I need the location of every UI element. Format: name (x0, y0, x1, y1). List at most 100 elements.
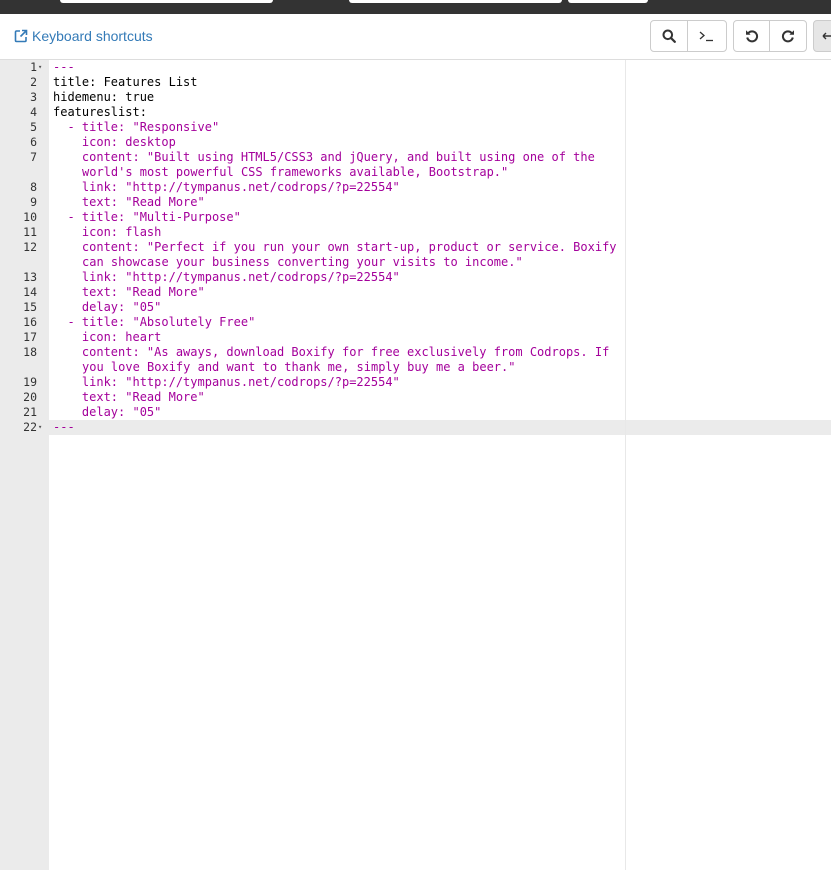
line-code: text: "Read More" (53, 390, 205, 405)
line-code: delay: "05" (53, 405, 161, 420)
line-number: 1 (30, 60, 37, 74)
wrapped-code: can showcase your business converting yo… (82, 255, 523, 269)
code-token: --- (53, 60, 75, 74)
line-number: 5 (30, 120, 37, 134)
code-token: hidemenu: true (53, 90, 155, 104)
line-number: 10 (23, 210, 37, 224)
code-line[interactable]: 9 text: "Read More" (0, 195, 831, 210)
undo-button[interactable] (733, 20, 770, 52)
code-line[interactable]: 2 title: Features List (0, 75, 831, 90)
code-line[interactable]: 7 content: "Built using HTML5/CSS3 and j… (0, 150, 831, 165)
line-number: 20 (23, 390, 37, 404)
line-number: 14 (23, 285, 37, 299)
terminal-button[interactable] (687, 20, 727, 52)
keyboard-shortcuts-link[interactable]: Keyboard shortcuts (14, 28, 153, 44)
code-line[interactable]: 14 text: "Read More" (0, 285, 831, 300)
code-line[interactable]: 5 - title: "Responsive" (0, 120, 831, 135)
line-number: 4 (30, 105, 37, 119)
code-token: icon: desktop (53, 135, 176, 149)
line-number: 13 (23, 270, 37, 284)
collapse-button[interactable] (813, 20, 831, 52)
code-line[interactable]: 13 link: "http://tympanus.net/codrops/?p… (0, 270, 831, 285)
line-number: 15 (23, 300, 37, 314)
code-token: icon: heart (53, 330, 162, 344)
top-input-left[interactable] (60, 0, 273, 3)
line-number: 3 (30, 90, 37, 104)
code-line-wrap[interactable]: you love Boxify and want to thank me, si… (0, 360, 831, 375)
code-line[interactable]: 10 - title: "Multi-Purpose" (0, 210, 831, 225)
code-line-wrap[interactable]: world's most powerful CSS frameworks ava… (0, 165, 831, 180)
code-line[interactable]: 15 delay: "05" (0, 300, 831, 315)
line-code: title: Features List (53, 75, 198, 90)
line-code: icon: desktop (53, 135, 176, 150)
search-button[interactable] (650, 20, 688, 52)
line-code: link: "http://tympanus.net/codrops/?p=22… (53, 270, 400, 285)
code-line[interactable]: 19 link: "http://tympanus.net/codrops/?p… (0, 375, 831, 390)
top-input-right[interactable] (568, 0, 648, 3)
line-number: 18 (23, 345, 37, 359)
code-token: text: "Read More" (53, 285, 205, 299)
code-token: link: "http://tympanus.net/codrops/?p=22… (53, 270, 400, 284)
code-line[interactable]: 21 delay: "05" (0, 405, 831, 420)
code-line[interactable]: 16 - title: "Absolutely Free" (0, 315, 831, 330)
code-token: content: "Built using HTML5/CSS3 and jQu… (53, 150, 595, 164)
code-token: content: "As aways, download Boxify for … (53, 345, 610, 359)
search-icon (662, 29, 676, 43)
top-bar (0, 0, 831, 14)
code-line[interactable]: 8 link: "http://tympanus.net/codrops/?p=… (0, 180, 831, 195)
line-code: - title: "Responsive" (53, 120, 219, 135)
undo-icon (745, 29, 759, 43)
code-line[interactable]: 20 text: "Read More" (0, 390, 831, 405)
redo-icon (781, 29, 795, 43)
line-code: --- (53, 420, 75, 435)
code-token: icon: flash (53, 225, 162, 239)
code-token: - title: "Absolutely Free" (53, 315, 256, 329)
line-number: 8 (30, 180, 37, 194)
arrow-left-icon (822, 31, 831, 41)
line-code: hidemenu: true (53, 90, 154, 105)
line-number: 21 (23, 405, 37, 419)
line-code: content: "As aways, download Boxify for … (53, 345, 609, 360)
code-line[interactable]: 17 icon: heart (0, 330, 831, 345)
code-line[interactable]: 1 ▾ --- (0, 60, 831, 75)
code-token: text: "Read More" (53, 195, 205, 209)
line-code: link: "http://tympanus.net/codrops/?p=22… (53, 180, 400, 195)
code-token: title: Features List (53, 75, 198, 89)
code-line[interactable]: 4 featureslist: (0, 105, 831, 120)
code-line[interactable]: 22 ▾ --- (0, 420, 831, 435)
code-line[interactable]: 18 content: "As aways, download Boxify f… (0, 345, 831, 360)
code-line[interactable]: 3 hidemenu: true (0, 90, 831, 105)
code-line-wrap[interactable]: can showcase your business converting yo… (0, 255, 831, 270)
keyboard-shortcuts-label: Keyboard shortcuts (32, 28, 153, 44)
code-line[interactable]: 11 icon: flash (0, 225, 831, 240)
code-token: - title: "Responsive" (53, 120, 220, 134)
line-code: delay: "05" (53, 300, 161, 315)
line-number: 9 (30, 195, 37, 209)
wrapped-code: world's most powerful CSS frameworks ava… (82, 165, 509, 179)
fold-toggle-icon[interactable]: ▾ (38, 420, 46, 435)
line-number: 17 (23, 330, 37, 344)
line-code: - title: "Multi-Purpose" (53, 210, 240, 225)
code-token: --- (53, 420, 75, 434)
line-code: text: "Read More" (53, 195, 205, 210)
code-token: featureslist: (53, 105, 147, 119)
line-number: 7 (30, 150, 37, 164)
code-editor[interactable]: 1 ▾ --- 2 title: Features List 3 hidemenu: tru… (0, 60, 831, 870)
line-number: 12 (23, 240, 37, 254)
external-link-icon (14, 29, 28, 43)
line-code: content: "Built using HTML5/CSS3 and jQu… (53, 150, 595, 165)
redo-button[interactable] (769, 20, 807, 52)
line-code: --- (53, 60, 75, 75)
code-token: delay: "05" (53, 405, 162, 419)
code-token: content: "Perfect if you run your own st… (53, 240, 617, 254)
editor-toolbar: Keyboard shortcuts (0, 14, 831, 60)
fold-toggle-icon[interactable]: ▾ (38, 60, 46, 75)
code-line[interactable]: 12 content: "Perfect if you run your own… (0, 240, 831, 255)
code-token: link: "http://tympanus.net/codrops/?p=22… (53, 180, 400, 194)
terminal-icon (699, 30, 715, 42)
line-code: text: "Read More" (53, 285, 205, 300)
line-number: 19 (23, 375, 37, 389)
code-line[interactable]: 6 icon: desktop (0, 135, 831, 150)
top-input-middle[interactable] (349, 0, 562, 3)
code-token: link: "http://tympanus.net/codrops/?p=22… (53, 375, 400, 389)
